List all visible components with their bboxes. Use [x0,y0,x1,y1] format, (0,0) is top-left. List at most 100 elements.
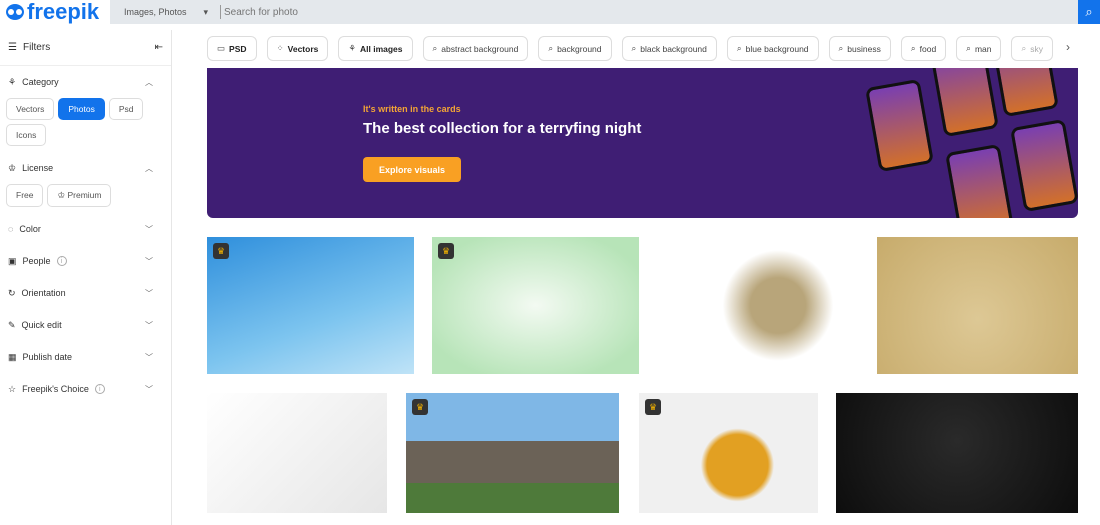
header: freepik Images, Photos ▾ ⌕ [0,0,1100,24]
tag-search[interactable]: ⌕ business [828,36,891,61]
crown-icon: ♔ [57,190,68,200]
image-v6-logo-white[interactable] [658,237,858,374]
chevron-down-icon: ﹀ [145,320,153,330]
tag-label: business [847,43,881,54]
explore-visuals-button[interactable]: Explore visuals [363,157,461,182]
logo-icon [6,4,24,20]
chevron-up-icon: ︿ [145,163,153,173]
tag-search[interactable]: ⌕ abstract background [422,36,529,61]
sliders-icon: ☰ [8,42,17,53]
tag-psd[interactable]: ▭ PSD [207,36,257,61]
search-button[interactable]: ⌕ [1078,0,1100,24]
brush-icon: ✎ [8,319,16,330]
tag-search[interactable]: ⌕ sky [1011,36,1053,61]
premium-crown-icon: ♛ [412,399,428,415]
search-type-select[interactable]: Images, Photos ▾ [110,7,220,18]
search-icon: ⌕ [548,43,554,53]
tag-label: All images [359,43,403,54]
search-icon: ⌕ [432,43,438,53]
section-label: Publish date [22,352,73,362]
palette-icon: ◌ [8,224,14,234]
psd-icon: ▭ [217,43,226,53]
image-white-halftone[interactable] [207,393,387,513]
banner-kicker: It's written in the cards [363,104,461,114]
calendar-icon: ▦ [8,351,17,362]
section-label: People [22,256,51,266]
logo-text: freepik [27,0,100,24]
search-icon: ⌕ [838,43,844,53]
filter-section[interactable]: ▣ People i ﹀ [0,245,171,277]
promo-banner[interactable]: It's written in the cards The best colle… [207,68,1078,218]
shapes-icon: ⚘ [348,43,356,53]
tag-search[interactable]: ⌕ blue background [726,36,819,61]
image-v6-logo-gold[interactable] [877,237,1078,374]
filters-header: ☰ Filters ⇤ [0,30,171,66]
tag-vectors[interactable]: ⁘ Vectors [266,36,329,61]
tag-label: PSD [229,43,247,54]
license-premium[interactable]: ♔ Premium [47,184,112,207]
search-bar: Images, Photos ▾ [110,0,1078,24]
info-icon[interactable]: i [94,384,105,394]
tag-bar: ▭ PSD ⁘ Vectors ⚘ All images ⌕ abstract back… [207,36,1100,61]
chevron-down-icon: ﹀ [145,256,153,266]
tag-label: blue background [745,43,809,54]
vectors-icon: ⁘ [276,43,284,53]
section-label: Orientation [21,288,66,298]
category-photos[interactable]: Photos [58,98,105,120]
license-section[interactable]: ♔ License ︿ [0,152,171,184]
tag-label: food [919,43,937,54]
category-psd[interactable]: Psd [108,98,144,120]
tag-label: background [557,43,602,54]
search-icon: ⌕ [1021,43,1027,53]
image-modern-house[interactable]: ♛ [406,393,619,513]
filter-section[interactable]: ☆ Freepik's Choice i ﹀ [0,373,171,405]
image-graduate-woman[interactable]: ♛ [639,393,818,513]
chevron-down-icon: ﹀ [145,224,153,234]
tag-search[interactable]: ⌕ black background [621,36,717,61]
freepik-logo[interactable]: freepik [6,0,99,24]
section-label: License [22,163,54,173]
search-icon: ⌕ [631,43,637,53]
filter-section[interactable]: ↻ Orientation ﹀ [0,277,171,309]
premium-crown-icon: ♛ [213,243,229,259]
shapes-icon: ⚘ [8,76,17,87]
search-icon: ⌕ [1085,4,1093,19]
tag-search[interactable]: ⌕ food [900,36,947,61]
tag-all-images[interactable]: ⚘ All images [338,36,413,61]
section-label: Quick edit [21,320,62,330]
chevron-down-icon: ﹀ [145,384,153,394]
premium-crown-icon: ♛ [645,399,661,415]
tag-search[interactable]: ⌕ background [538,36,612,61]
collapse-sidebar-icon[interactable]: ⇤ [155,42,163,53]
tag-search[interactable]: ⌕ man [956,36,1002,61]
filter-section[interactable]: ◌ Color ﹀ [0,213,171,245]
person-icon: ▣ [8,255,17,266]
sidebar: ☰ Filters ⇤ ⚘ Category ︿ Vectors Photos Psd… [0,30,172,525]
category-section[interactable]: ⚘ Category ︿ [0,66,171,98]
chevron-right-icon[interactable]: › [1066,40,1070,54]
search-input[interactable] [221,6,1021,18]
chevron-up-icon: ︿ [145,77,153,87]
image-black-texture[interactable] [836,393,1078,513]
search-icon: ⌕ [736,43,742,53]
search-icon: ⌕ [910,43,916,53]
filter-section[interactable]: ✎ Quick edit ﹀ [0,309,171,341]
star-icon: ☆ [8,383,17,394]
chip-label: Premium [67,190,102,200]
category-icons[interactable]: Icons [6,124,47,146]
tag-label: Vectors [287,43,319,54]
search-type-label: Images, Photos [124,6,187,17]
crown-icon: ♔ [8,162,17,173]
category-vectors[interactable]: Vectors [6,98,55,120]
filter-section[interactable]: ▦ Publish date ﹀ [0,341,171,373]
search-icon: ⌕ [966,43,971,53]
tag-label: sky [1030,43,1043,54]
caret-down-icon: ▾ [203,6,208,17]
chevron-down-icon: ﹀ [145,352,153,362]
license-free[interactable]: Free [6,184,44,207]
filters-title: Filters [22,42,51,53]
info-icon[interactable]: i [56,256,67,266]
tag-label: black background [640,43,707,54]
image-blue-sky[interactable]: ♛ [207,237,414,374]
image-green-gradient[interactable]: ♛ [432,237,639,374]
